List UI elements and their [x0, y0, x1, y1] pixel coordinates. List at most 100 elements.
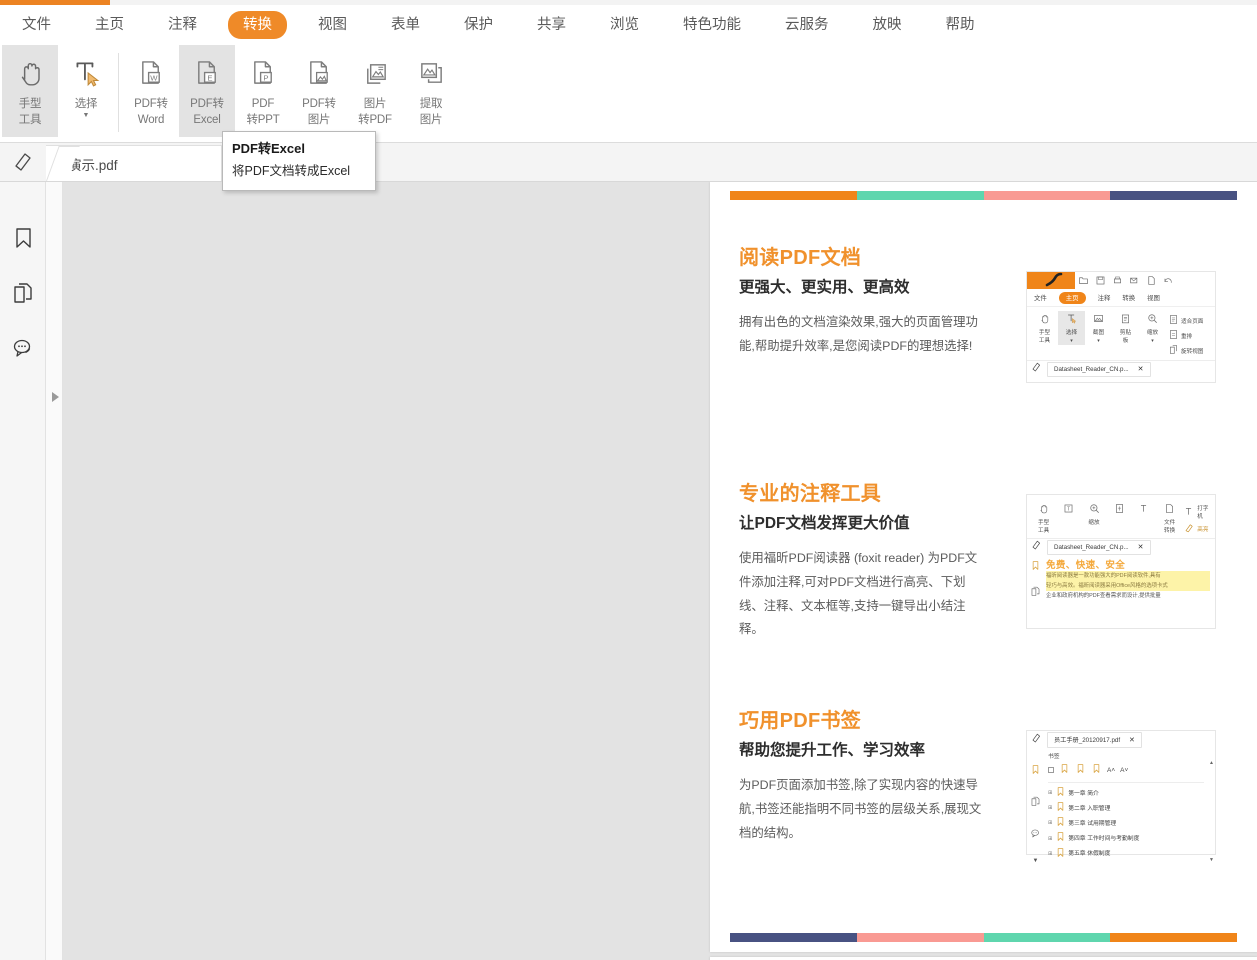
ribbon-button-0[interactable]: 手型工具	[2, 45, 58, 137]
mini-tool-0[interactable]: 手型工具	[1031, 501, 1056, 535]
menu-tab-12[interactable]: 帮助	[933, 11, 988, 39]
ribbon-button-6[interactable]: 图片转PDF	[347, 45, 403, 137]
ribbon-button-label-line1: PDF	[252, 98, 274, 110]
ribbon-button-5[interactable]: PDF转图片	[291, 45, 347, 137]
menu-tab-10[interactable]: 云服务	[772, 11, 842, 39]
mini-tool-0[interactable]: 手型工具	[1031, 311, 1058, 345]
print-icon[interactable]	[1109, 273, 1126, 288]
mini-tool-4[interactable]	[1132, 501, 1157, 520]
mini-menu-3[interactable]: 转换	[1122, 293, 1135, 302]
mini-bookmark-row[interactable]: ⊞第五章 休假制度	[1048, 847, 1204, 862]
pencil-edit-icon[interactable]	[0, 142, 46, 181]
select-text-icon	[1066, 311, 1077, 329]
comment-icon[interactable]	[0, 320, 46, 375]
mini-right-item-0[interactable]: 适合页面	[1168, 314, 1203, 327]
mini-doc-line-0: 福昕阅读器是一款功能强大的PDF阅读软件,具有	[1046, 571, 1210, 581]
mini-tool-label2: 转换	[1164, 528, 1175, 534]
mini-tool-1[interactable]: 选择▾	[1058, 311, 1085, 345]
mini-rail	[1027, 555, 1044, 604]
mini-file-tab[interactable]: Datasheet_Reader_CN.p...✕	[1047, 362, 1151, 377]
font-increase-icon[interactable]: A˄	[1107, 767, 1115, 774]
section-title: 阅读PDF文档	[739, 246, 1257, 270]
mini-filebar: Datasheet_Reader_CN.p...✕	[1027, 538, 1215, 555]
document-tab[interactable]: 演示.pdf	[46, 145, 222, 181]
pages-icon[interactable]	[1030, 794, 1041, 812]
chevron-right-icon[interactable]	[50, 390, 60, 403]
menu-tab-11[interactable]: 放映	[860, 11, 915, 39]
mini-right-item-1[interactable]: 重排	[1168, 329, 1203, 342]
menu-tab-3[interactable]: 转换	[228, 11, 287, 39]
comment-icon[interactable]	[1030, 826, 1041, 844]
mini-bookmark-row[interactable]: ⊞第四章 工作时间与考勤制度	[1048, 831, 1204, 846]
mini-tool-5[interactable]: 文件转换	[1157, 501, 1182, 535]
ribbon-button-2[interactable]: WPDF转Word	[123, 45, 179, 137]
menu-tab-7[interactable]: 共享	[524, 11, 579, 39]
save-icon[interactable]	[1092, 273, 1109, 288]
close-icon[interactable]: ✕	[1138, 365, 1144, 373]
image-to-pdf-icon	[362, 52, 389, 94]
email-icon[interactable]	[1126, 273, 1143, 288]
mini-menu-1[interactable]: 主页	[1059, 292, 1086, 304]
menu-tab-4[interactable]: 视图	[305, 11, 360, 39]
edit-bookmark-icon[interactable]	[1075, 761, 1086, 779]
ribbon-button-3[interactable]: EPDF转Excel	[179, 45, 235, 137]
menu-tab-2[interactable]: 注释	[155, 11, 210, 39]
folder-icon[interactable]	[1075, 273, 1092, 288]
add-bookmark-icon[interactable]	[1059, 761, 1070, 779]
bookmark-icon[interactable]	[1030, 558, 1041, 576]
bookmark-icon[interactable]	[0, 210, 46, 265]
mini-tool-3[interactable]	[1107, 501, 1132, 520]
mini-menu-2[interactable]: 注释	[1098, 293, 1111, 302]
mini-toolbar: 手型工具T缩放 文件转换打字机高亮	[1027, 495, 1215, 538]
ribbon-button-label-line1: 手型	[19, 98, 42, 110]
pencil-edit-icon[interactable]	[1031, 731, 1042, 749]
snapshot-icon	[1093, 311, 1104, 329]
pages-icon[interactable]	[0, 265, 46, 320]
font-decrease-icon[interactable]: A˅	[1120, 767, 1128, 774]
chevron-down-icon[interactable]: ▼	[83, 113, 90, 119]
pages-icon[interactable]	[1030, 584, 1041, 602]
mini-right-item-2[interactable]: 旋转视图	[1168, 344, 1203, 357]
newdoc-icon[interactable]	[1143, 273, 1160, 288]
close-icon[interactable]: ✕	[1129, 736, 1135, 744]
tooltip-description: 将PDF文档转成Excel	[232, 161, 366, 181]
mini-tool-2[interactable]: 截图▾	[1085, 311, 1112, 345]
undo-icon[interactable]	[1160, 273, 1177, 288]
mini-bookmark-row[interactable]: ⊞第二章 入职管理	[1048, 801, 1204, 816]
menu-tab-9[interactable]: 特色功能	[670, 11, 754, 39]
mini-file-tab[interactable]: 员工手册_20120917.pdf✕	[1047, 732, 1142, 748]
bookmark-icon	[1055, 786, 1066, 801]
mini-tool-3[interactable]: 剪贴板	[1112, 311, 1139, 345]
mini-bookmark-row[interactable]: ⊞第三章 试用期管理	[1048, 816, 1204, 831]
delete-bookmark-icon[interactable]	[1091, 761, 1102, 779]
menu-tab-8[interactable]: 浏览	[597, 11, 652, 39]
mini-menu-4[interactable]: 视图	[1147, 293, 1160, 302]
menu-tab-6[interactable]: 保护	[451, 11, 506, 39]
bookmark-icon[interactable]	[1030, 762, 1041, 780]
close-icon[interactable]: ✕	[1138, 543, 1144, 551]
mini-right-item-1[interactable]: 高亮	[1184, 522, 1212, 535]
chevron-down-icon[interactable]: ▼	[1033, 858, 1039, 864]
mini-logo	[1027, 272, 1075, 289]
mini-tool-2[interactable]: 缩放	[1081, 501, 1106, 528]
document-canvas[interactable]: 阅读PDF文档更强大、更实用、更高效拥有出色的文档渲染效果,强大的页面管理功能,…	[63, 182, 1257, 960]
ribbon-button-1[interactable]: 选择▼	[58, 45, 114, 137]
menu-tab-1[interactable]: 主页	[82, 11, 137, 39]
pencil-edit-icon[interactable]	[1031, 360, 1042, 378]
mini-bookmark-row[interactable]: ⊞第一章 简介	[1048, 786, 1204, 801]
menu-tab-0[interactable]: 文件	[9, 11, 64, 39]
menu-tab-5[interactable]: 表单	[378, 11, 433, 39]
pencil-edit-icon[interactable]	[1031, 538, 1042, 556]
ribbon-button-label-line2: Excel	[193, 114, 220, 126]
mini-tool-4[interactable]: 缩放▾	[1139, 311, 1166, 345]
mini-right-item-0[interactable]: 打字机	[1184, 504, 1212, 520]
mini-filebar: Datasheet_Reader_CN.p...✕	[1027, 360, 1215, 377]
collapse-icon[interactable]	[1048, 767, 1054, 773]
mini-menu-0[interactable]: 文件	[1034, 293, 1047, 302]
mini-scrollbar[interactable]: ▲▼	[1208, 748, 1215, 865]
ribbon-button-4[interactable]: PPDF转PPT	[235, 45, 291, 137]
mini-file-tab[interactable]: Datasheet_Reader_CN.p...✕	[1047, 540, 1151, 555]
mini-tool-label: 截图	[1093, 330, 1104, 336]
mini-tool-1[interactable]: T	[1056, 501, 1081, 520]
ribbon-button-7[interactable]: 提取图片	[403, 45, 459, 137]
